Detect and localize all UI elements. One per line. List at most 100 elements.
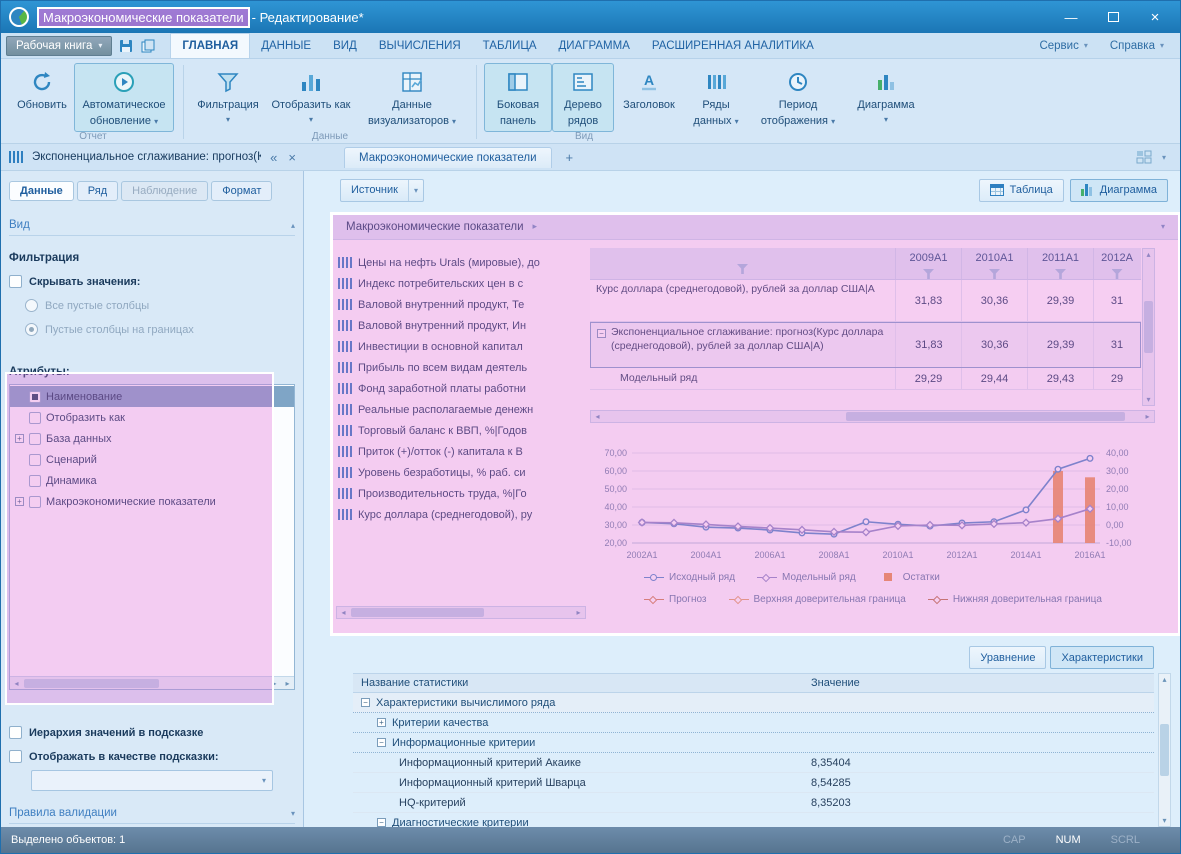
tree-item[interactable]: Торговый баланс к ВВП, %|Годов [338,420,588,441]
sidebar-tab-ryad[interactable]: Ряд [77,181,118,201]
tree-item[interactable]: Прибыль по всем видам деятель [338,357,588,378]
tab-vid[interactable]: ВИД [322,33,368,58]
display-period-button[interactable]: Период отображения ▾ [748,63,848,132]
column-header[interactable]: 2010A1 [976,252,1014,264]
chart-area[interactable]: 70,0060,0050,0040,0030,0020,0040,0030,00… [590,445,1154,567]
chevron-down-icon[interactable]: ▾ [1161,222,1165,231]
filter-icon[interactable] [923,269,934,279]
column-header[interactable]: 2012A [1101,252,1133,264]
stats-group-row[interactable]: −Диагностические критерии [353,813,1154,827]
scroll-left-icon[interactable]: ◂ [337,608,350,617]
stats-row[interactable]: Информационный критерий Шварца 8,54285 [353,773,1154,793]
expander-icon[interactable]: + [15,434,24,443]
equation-button[interactable]: Уравнение [969,646,1046,669]
tree-item[interactable]: Цены на нефть Urals (мировые), до [338,252,588,273]
filter-icon[interactable] [989,269,1000,279]
tab-diagramma[interactable]: ДИАГРАММА [548,33,641,58]
copy-icon[interactable] [140,38,156,54]
visualizer-data-button[interactable]: Данные визуализаторов ▾ [357,63,467,132]
data-series-button[interactable]: Ряды данных ▾ [684,63,748,132]
tab-vychisleniya[interactable]: ВЫЧИСЛЕНИЯ [368,33,472,58]
table-row-selected[interactable]: −Экспоненциальное сглаживание: прогноз(К… [590,322,1141,368]
tree-item[interactable]: Валовой внутренний продукт, Ин [338,315,588,336]
section-view-header[interactable]: Вид ▴ [9,219,295,236]
tab-dannye[interactable]: ДАННЫЕ [250,33,322,58]
scroll-up-icon[interactable]: ▴ [1158,675,1171,684]
scroll-right-icon[interactable]: ▸ [1141,412,1154,421]
report-header[interactable]: Макроэкономические показатели ▸ ▾ [332,214,1179,240]
display-as-button[interactable]: Отобразить как ▾ [265,63,357,129]
attribute-checkbox[interactable] [29,475,41,487]
tree-item[interactable]: Производительность труда, %|Го [338,483,588,504]
chart-view-button[interactable]: Диаграмма [1070,179,1168,202]
collapse-icon[interactable]: − [597,329,606,338]
tree-item[interactable]: Приток (+)/отток (-) капитала к В [338,441,588,462]
sidebar-tab-format[interactable]: Формат [211,181,272,201]
header-button[interactable]: A Заголовок [614,63,684,117]
filter-icon[interactable] [737,264,748,274]
column-header[interactable]: 2009A1 [910,252,948,264]
save-icon[interactable] [118,38,134,54]
filter-icon[interactable] [1112,269,1123,279]
hide-values-checkbox[interactable] [9,275,22,288]
horizontal-scrollbar[interactable]: ◂ ▸ [590,410,1155,423]
scroll-up-icon[interactable]: ▴ [1142,250,1155,259]
attribute-checkbox[interactable] [29,496,41,508]
stats-group-row[interactable]: −Характеристики вычислимого ряда [353,693,1154,713]
expand-icon[interactable]: + [377,718,386,727]
tab-rasshirennaya-analitika[interactable]: РАСШИРЕННАЯ АНАЛИТИКА [641,33,825,58]
sidebar-tab-dannye[interactable]: Данные [9,181,74,201]
tree-item[interactable]: Индекс потребительских цен в с [338,273,588,294]
minimize-icon[interactable]: — [1054,6,1088,28]
stats-group-row[interactable]: −Информационные критерии [353,733,1154,753]
table-view-button[interactable]: Таблица [979,179,1064,202]
refresh-button[interactable]: Обновить [10,63,74,117]
section-validation-header[interactable]: Правила валидации ▾ [9,807,295,824]
side-panel-button[interactable]: Боковая панель [484,63,552,132]
table-row[interactable]: Курс доллара (среднегодовой), рублей за … [590,280,1141,322]
collapse-icon[interactable]: − [377,738,386,747]
list-item[interactable]: Сценарий [10,449,294,470]
attribute-checkbox[interactable] [29,433,41,445]
tree-item[interactable]: Реальные располагаемые денежн [338,399,588,420]
horizontal-scrollbar[interactable]: ◂ ▸ ▸ [10,676,294,689]
document-tab[interactable]: Макроэкономические показатели [344,147,552,168]
show-as-tooltip-checkbox[interactable] [9,750,22,763]
list-item[interactable]: + База данных [10,428,294,449]
list-item[interactable]: Динамика [10,470,294,491]
close-panel-icon[interactable]: × [286,150,298,165]
horizontal-scrollbar[interactable]: ◂ ▸ [336,606,586,619]
table-row[interactable]: Модельный ряд 29,29 29,44 29,43 29 [590,368,1141,390]
scroll-left-icon[interactable]: ◂ [10,679,23,688]
layout-icon[interactable] [1136,150,1152,164]
workbook-button[interactable]: Рабочая книга▾ [6,36,112,56]
add-tab-icon[interactable]: + [566,150,574,165]
series-tree-button[interactable]: Дерево рядов [552,63,614,132]
maximize-icon[interactable] [1096,6,1130,28]
list-item[interactable]: Наименование [10,386,294,407]
tooltip-attribute-select[interactable]: ▾ [31,770,273,791]
scroll-down-icon[interactable]: ▾ [1142,395,1155,404]
filter-icon[interactable] [1055,269,1066,279]
scroll-right-icon[interactable]: ▸ [572,608,585,617]
vertical-scrollbar[interactable]: ▴ ▾ [1142,248,1155,406]
collapse-panel-icon[interactable]: « [268,150,279,165]
collapse-icon[interactable]: − [361,698,370,707]
characteristics-button[interactable]: Характеристики [1050,646,1154,669]
attribute-checkbox[interactable] [29,391,41,403]
tree-item[interactable]: Валовой внутренний продукт, Те [338,294,588,315]
tree-item[interactable]: Инвестиции в основной капитал [338,336,588,357]
auto-refresh-button[interactable]: Автоматическое обновление ▾ [74,63,174,132]
attribute-checkbox[interactable] [29,454,41,466]
tree-item[interactable]: Уровень безработицы, % раб. си [338,462,588,483]
filter-button[interactable]: Фильтрация ▾ [191,63,265,129]
source-button[interactable]: Источник ▾ [340,179,424,202]
scroll-right-icon[interactable]: ▸ [268,679,281,688]
tab-tablitsa[interactable]: ТАБЛИЦА [472,33,548,58]
tab-glavnaya[interactable]: ГЛАВНАЯ [170,33,250,58]
list-item[interactable]: Отобразить как [10,407,294,428]
scroll-down-icon[interactable]: ▾ [1158,816,1171,825]
attribute-checkbox[interactable] [29,412,41,424]
scroll-right-icon[interactable]: ▸ [281,679,294,688]
collapse-icon[interactable]: − [377,818,386,827]
